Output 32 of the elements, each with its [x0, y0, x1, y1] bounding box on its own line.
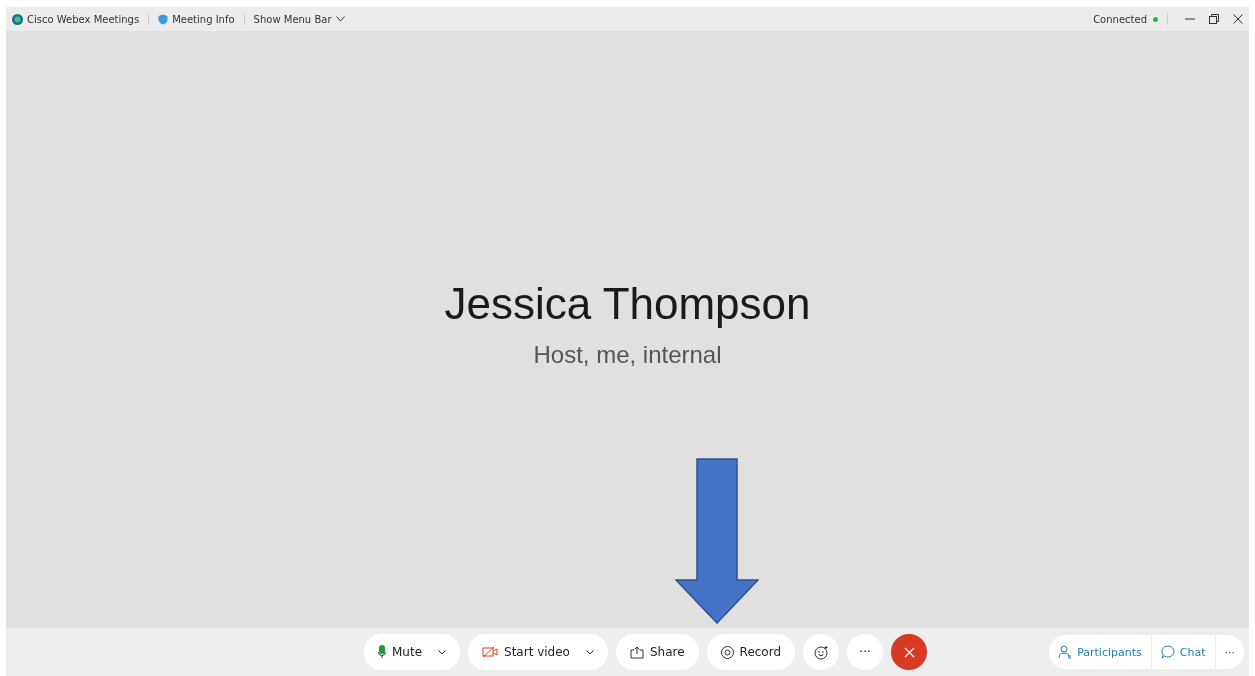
chat-icon: [1160, 645, 1175, 659]
chevron-down-icon: [335, 16, 345, 22]
record-icon: [720, 645, 734, 659]
record-button[interactable]: Record: [706, 634, 796, 670]
participant-role: Host, me, internal: [533, 341, 722, 369]
participant-name: Jessica Thompson: [444, 279, 811, 329]
participants-button[interactable]: Participants: [1049, 635, 1152, 669]
end-call-button[interactable]: [891, 634, 928, 670]
microphone-icon: [378, 645, 386, 659]
shield-icon: [158, 13, 169, 25]
webex-logo-icon: [12, 13, 23, 25]
more-button[interactable]: ···: [847, 634, 884, 670]
app-name: Cisco Webex Meetings: [27, 13, 140, 25]
caret-icon[interactable]: [585, 649, 594, 655]
restore-icon[interactable]: [1209, 14, 1219, 24]
video-button[interactable]: Start video: [468, 634, 608, 670]
show-menu-bar-button[interactable]: Show Menu Bar: [253, 13, 345, 25]
close-icon[interactable]: [1233, 14, 1243, 24]
chat-button[interactable]: Chat: [1151, 635, 1216, 669]
share-icon: [629, 645, 644, 659]
meeting-info-button[interactable]: Meeting Info: [158, 13, 235, 25]
caret-icon[interactable]: [438, 649, 447, 655]
down-arrow-icon: [675, 458, 759, 624]
person-icon: [1058, 645, 1073, 659]
mute-button[interactable]: Mute: [364, 634, 461, 670]
reactions-button[interactable]: [803, 634, 840, 670]
video-off-icon: [482, 646, 499, 658]
share-button[interactable]: Share: [615, 634, 699, 670]
more-button[interactable]: ···: [1215, 635, 1244, 669]
connection-status: Connected: [1093, 13, 1147, 25]
close-icon: [903, 646, 915, 658]
smiley-icon: [813, 644, 829, 660]
